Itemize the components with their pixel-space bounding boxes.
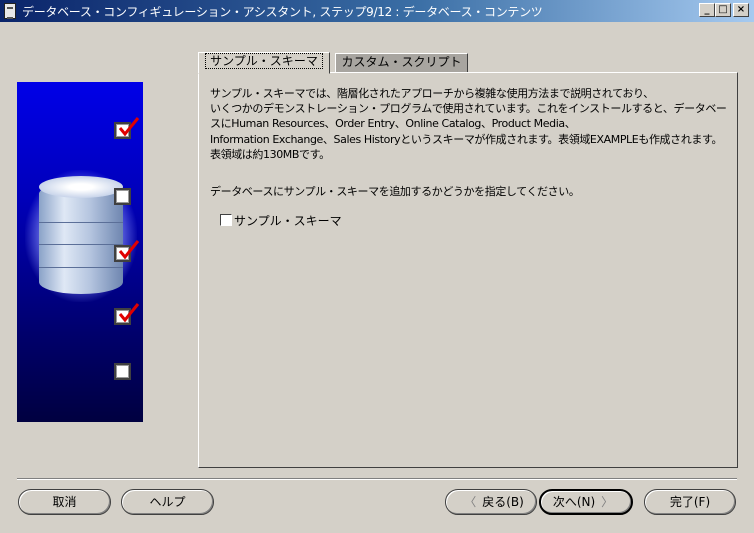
checkmark-icon [118,303,140,323]
sample-schema-checkbox-row[interactable]: サンプル・スキーマ [220,212,342,229]
step-checkbox-2 [114,188,131,205]
back-label: 戻る(B) [482,495,524,509]
tab-custom-script[interactable]: カスタム・スクリプト [335,53,468,73]
prompt-text: データベースにサンプル・スキーマを追加するかどうかを指定してください。 [210,185,580,198]
database-icon [39,182,123,294]
next-label: 次へ(N) [552,495,596,509]
step-checkbox-3 [114,240,140,262]
wizard-image-panel [17,82,143,422]
checkmark-icon [118,240,140,260]
database-top [39,176,123,198]
step-checkbox-1 [114,117,140,139]
step-checkbox-4 [114,303,140,325]
cancel-button[interactable]: 取消 [18,489,111,515]
footer-divider [17,478,737,480]
chevron-left-icon: 〈 [464,495,477,509]
close-button[interactable]: × [733,3,749,17]
chevron-right-icon: 〉 [601,495,614,509]
sample-schema-checkbox[interactable] [220,214,232,226]
maximize-button[interactable]: □ [715,3,731,17]
tab-sample-schema[interactable]: サンプル・スキーマ [198,52,330,74]
finish-button[interactable]: 完了(F) [644,489,736,515]
step-checkbox-5 [114,363,131,380]
tab-label: サンプル・スキーマ [205,53,323,69]
description-text: サンプル・スキーマでは、階層化されたアプローチから複雑な使用方法まで説明されてお… [210,87,727,161]
window-title: データベース・コンフィギュレーション・アシスタント, ステップ9/12 : デー… [22,5,543,19]
next-button[interactable]: 次へ(N) 〉 [539,489,633,515]
minimize-button[interactable]: _ [699,3,715,17]
checkmark-icon [118,117,140,137]
tab-content-panel: サンプル・スキーマでは、階層化されたアプローチから複雑な使用方法まで説明されてお… [198,72,738,468]
help-button[interactable]: ヘルプ [121,489,214,515]
back-button[interactable]: 〈戻る(B) [445,489,537,515]
title-bar[interactable]: データベース・コンフィギュレーション・アシスタント, ステップ9/12 : デー… [0,0,754,22]
checkbox-label: サンプル・スキーマ [234,214,342,228]
app-icon[interactable] [4,3,16,19]
